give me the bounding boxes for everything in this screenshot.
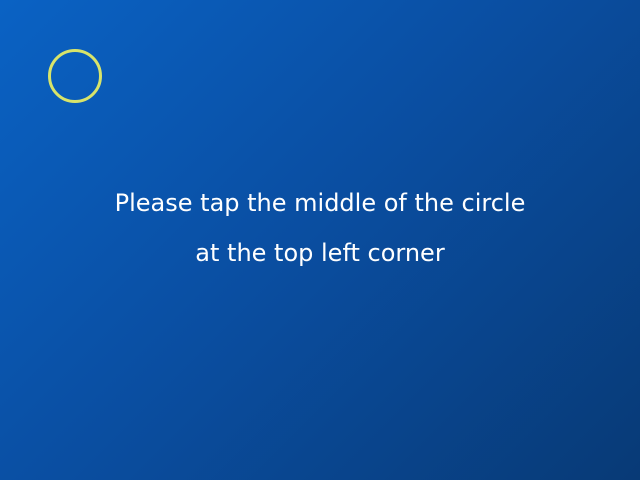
instruction-line-1: Please tap the middle of the circle xyxy=(114,189,526,217)
calibration-target-circle-icon[interactable] xyxy=(48,49,102,103)
calibration-instructions: Please tap the middle of the circle at t… xyxy=(0,178,640,278)
instruction-line-2: at the top left corner xyxy=(195,239,445,267)
calibration-screen: Please tap the middle of the circle at t… xyxy=(0,0,640,480)
